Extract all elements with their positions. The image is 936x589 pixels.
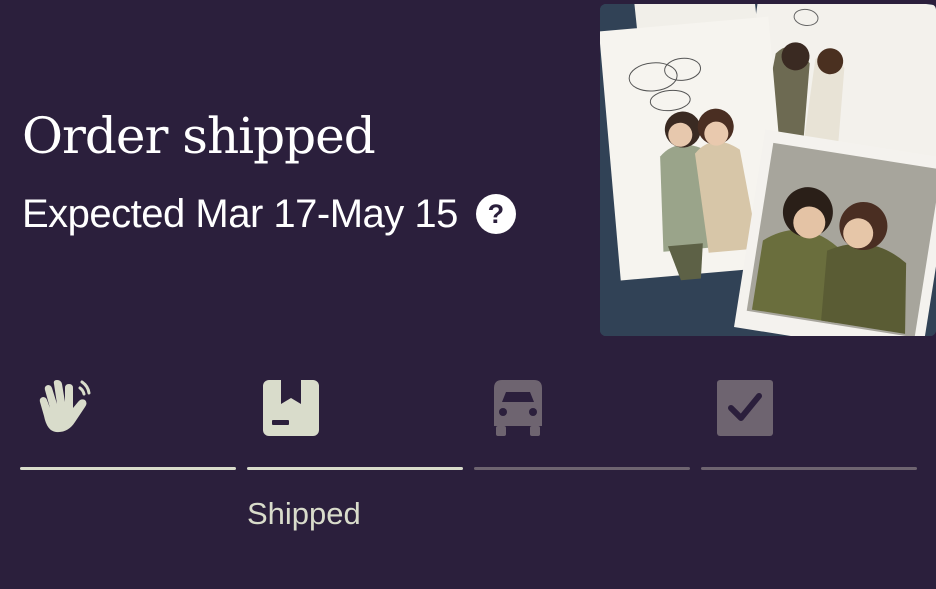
step-order-placed — [20, 372, 236, 552]
step-progress-bar — [20, 467, 236, 470]
checkbox-icon — [715, 376, 775, 440]
help-icon[interactable]: ? — [475, 194, 516, 234]
step-progress-bar — [701, 467, 917, 470]
truck-icon — [488, 376, 548, 440]
step-shipped: Shipped — [247, 372, 463, 552]
package-icon — [261, 376, 321, 440]
expected-delivery-text: Expected Mar 17-May 15 — [22, 192, 458, 236]
step-progress-bar — [474, 467, 690, 470]
wave-hand-icon — [34, 376, 94, 440]
expected-delivery: Expected Mar 17-May 15 ? — [22, 188, 516, 240]
step-in-transit — [474, 372, 690, 552]
step-progress-bar — [247, 467, 463, 470]
order-progress-tracker: Shipped — [20, 372, 917, 572]
product-photo-art — [600, 4, 936, 336]
order-status-title: Order shipped — [22, 107, 376, 165]
step-label: Shipped — [247, 496, 361, 531]
step-delivered — [701, 372, 917, 552]
product-image[interactable] — [600, 4, 936, 336]
